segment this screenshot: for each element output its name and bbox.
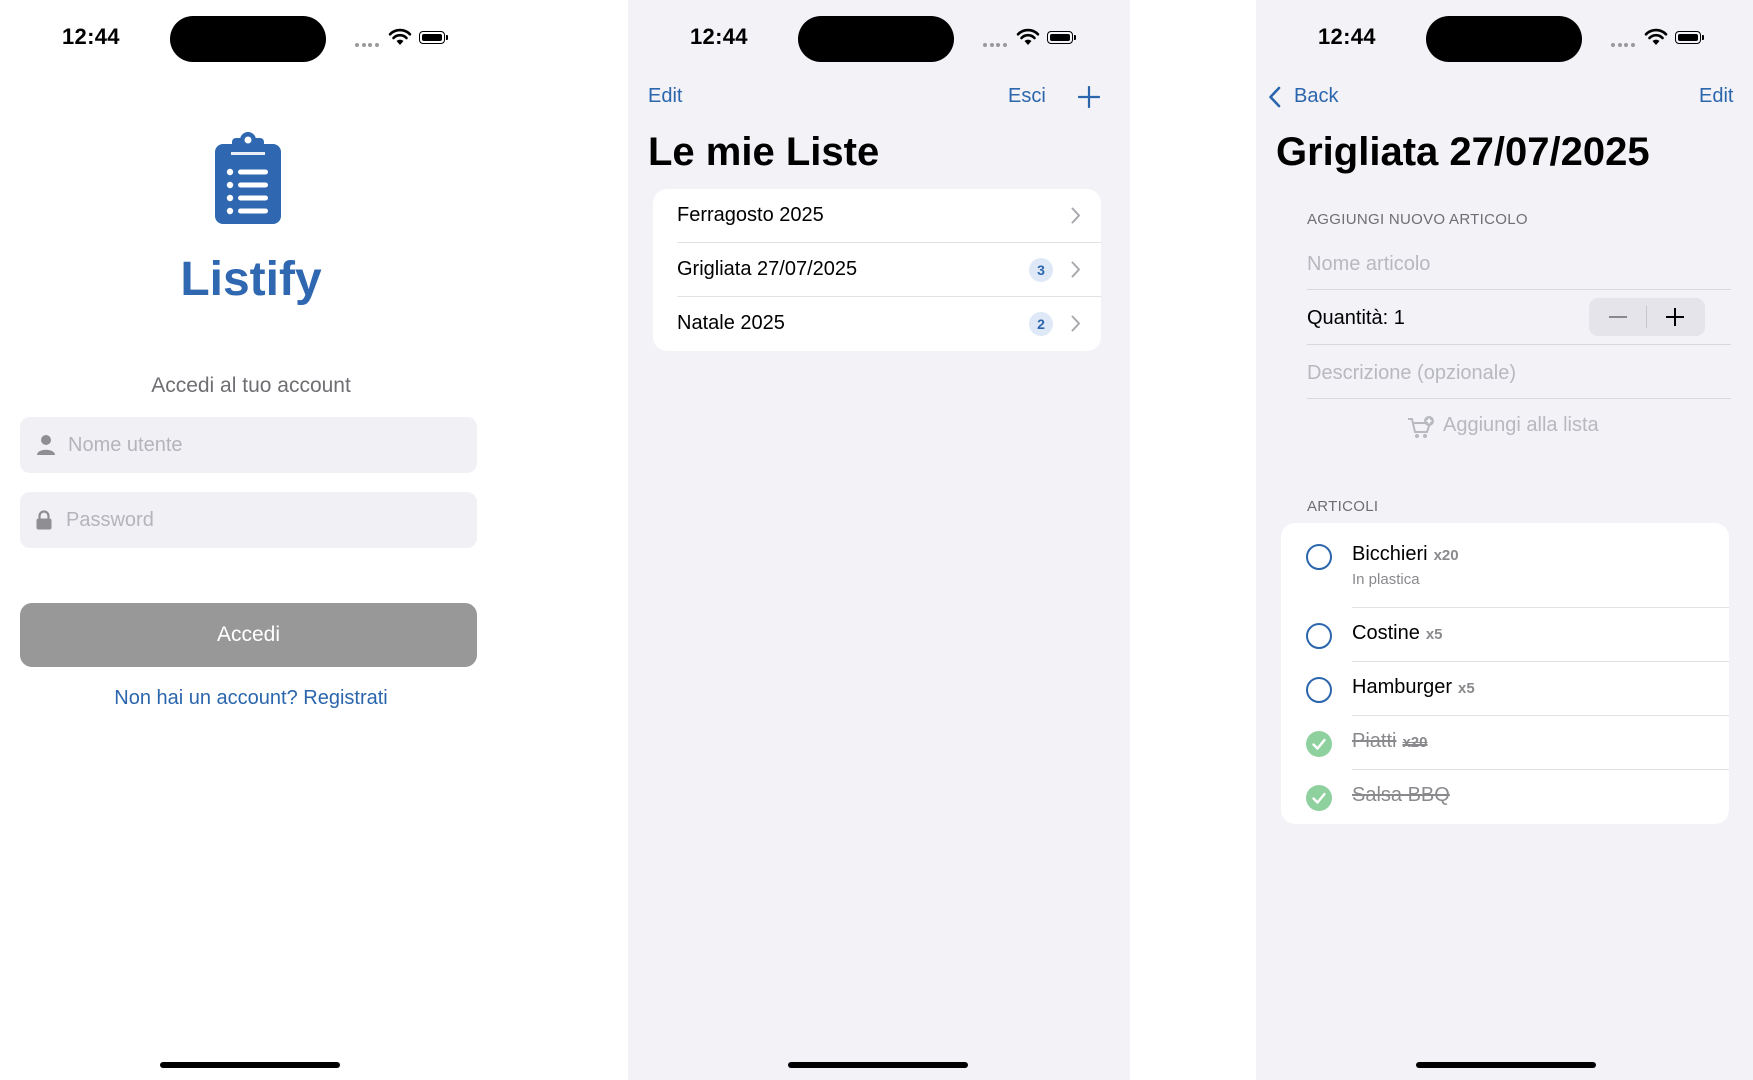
battery-icon <box>1675 31 1705 46</box>
login-button[interactable]: Accedi <box>20 603 477 667</box>
item-quantity: x20 <box>1402 734 1428 751</box>
lock-icon <box>36 510 52 530</box>
password-field[interactable]: Password <box>20 492 477 548</box>
list-item[interactable]: Hamburger x5 <box>1281 662 1729 716</box>
list-item[interactable]: Salsa BBQ <box>1281 770 1729 824</box>
quantity-stepper <box>1589 298 1705 336</box>
list-item[interactable]: Bicchieri x20 In plastica <box>1281 523 1729 608</box>
chevron-right-icon <box>1071 315 1080 332</box>
divider <box>1307 344 1731 345</box>
edit-button[interactable]: Edit <box>648 85 682 108</box>
back-label: Back <box>1294 85 1339 107</box>
item-quantity: x5 <box>1458 680 1475 697</box>
add-to-list-label: Aggiungi alla lista <box>1443 414 1599 436</box>
item-name: Salsa BBQ <box>1352 784 1450 806</box>
plus-icon[interactable] <box>1666 308 1684 326</box>
home-indicator[interactable] <box>160 1062 340 1068</box>
status-time: 12:44 <box>62 24 120 49</box>
status-time: 12:44 <box>690 24 748 49</box>
item-name: Piatti <box>1352 730 1397 752</box>
list-item[interactable]: Piatti x20 <box>1281 716 1729 770</box>
unchecked-circle-icon[interactable] <box>1306 677 1332 703</box>
status-time: 12:44 <box>1318 24 1376 49</box>
clipboard-list-icon <box>215 132 281 224</box>
page-title: Le mie Liste <box>648 130 880 174</box>
home-indicator[interactable] <box>1416 1062 1596 1068</box>
register-link[interactable]: Non hai un account? Registrati <box>0 687 502 710</box>
list-item[interactable]: Costine x5 <box>1281 608 1729 662</box>
dynamic-island <box>1426 16 1582 62</box>
list-item[interactable]: Natale 2025 2 <box>653 297 1101 351</box>
signal-dots-icon <box>355 43 381 47</box>
chevron-left-icon <box>1269 86 1281 108</box>
items-card: Bicchieri x20 In plastica Costine x5 Hambu… <box>1281 523 1729 824</box>
dynamic-island <box>170 16 326 62</box>
divider <box>1307 398 1731 399</box>
chevron-right-icon <box>1071 261 1080 278</box>
item-name-input[interactable]: Nome articolo <box>1307 253 1430 276</box>
cart-add-icon <box>1408 416 1434 438</box>
edit-button[interactable]: Edit <box>1699 85 1733 108</box>
divider <box>1307 289 1731 290</box>
item-name: Bicchieri <box>1352 543 1428 565</box>
unchecked-circle-icon[interactable] <box>1306 544 1332 570</box>
battery-icon <box>419 31 449 46</box>
password-placeholder: Password <box>66 509 154 531</box>
person-icon <box>37 435 55 455</box>
login-screen: 12:44 Listify Accedi al tuo account Nome… <box>0 0 502 1080</box>
list-item[interactable]: Grigliata 27/07/2025 3 <box>653 243 1101 297</box>
item-description: In plastica <box>1352 571 1420 588</box>
signal-dots-icon <box>1611 43 1637 47</box>
section-header-items: ARTICOLI <box>1307 498 1379 515</box>
item-quantity: x5 <box>1425 626 1443 643</box>
home-indicator[interactable] <box>788 1062 968 1068</box>
quantity-label: Quantità: 1 <box>1307 307 1405 329</box>
username-placeholder: Nome utente <box>68 434 183 456</box>
page-title: Grigliata 27/07/2025 <box>1276 130 1650 174</box>
login-subtitle: Accedi al tuo account <box>151 374 351 397</box>
list-item-name: Natale 2025 <box>677 312 785 334</box>
battery-icon <box>1047 31 1077 46</box>
count-badge: 2 <box>1029 312 1053 336</box>
plus-icon[interactable] <box>1078 86 1100 108</box>
checkmark-circle-icon[interactable] <box>1306 785 1332 811</box>
wifi-icon <box>388 28 412 45</box>
item-name: Hamburger <box>1352 676 1453 698</box>
signal-dots-icon <box>983 43 1009 47</box>
wifi-icon <box>1016 28 1040 45</box>
item-quantity: x20 <box>1433 547 1459 564</box>
minus-icon[interactable] <box>1609 316 1627 318</box>
section-header-add: AGGIUNGI NUOVO ARTICOLO <box>1307 211 1528 228</box>
logout-button[interactable]: Esci <box>1008 85 1046 108</box>
chevron-right-icon <box>1071 207 1080 224</box>
item-name: Costine <box>1352 622 1420 644</box>
app-name: Listify <box>180 253 322 306</box>
checkmark-circle-icon[interactable] <box>1306 731 1332 757</box>
lists-card: Ferragosto 2025 Grigliata 27/07/2025 3 N… <box>653 189 1101 351</box>
lists-screen: 12:44 Edit Esci Le mie Liste Ferragosto … <box>628 0 1130 1080</box>
count-badge: 3 <box>1029 258 1053 282</box>
dynamic-island <box>798 16 954 62</box>
list-item[interactable]: Ferragosto 2025 <box>653 189 1101 243</box>
username-field[interactable]: Nome utente <box>20 417 477 473</box>
list-item-name: Grigliata 27/07/2025 <box>677 258 858 280</box>
unchecked-circle-icon[interactable] <box>1306 623 1332 649</box>
description-input[interactable]: Descrizione (opzionale) <box>1307 362 1516 385</box>
wifi-icon <box>1644 28 1668 45</box>
list-detail-screen: 12:44 Back Edit Grigliata 27/07/2025 AGG… <box>1256 0 1753 1080</box>
list-item-name: Ferragosto 2025 <box>677 204 824 226</box>
